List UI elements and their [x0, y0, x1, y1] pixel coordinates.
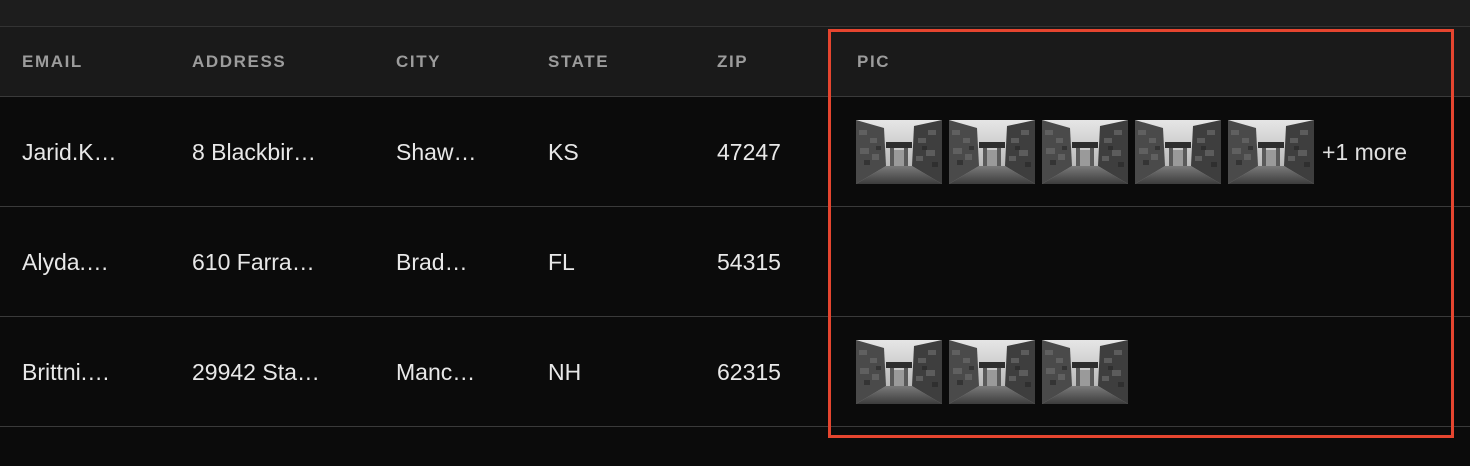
cell-address[interactable]: 29942 Sta… [192, 317, 320, 426]
cell-state[interactable]: NH [548, 317, 581, 426]
photo-thumbnail[interactable] [949, 340, 1035, 404]
photo-thumbnail[interactable] [1135, 120, 1221, 184]
photo-thumbnail[interactable] [1042, 340, 1128, 404]
photo-thumbnail[interactable] [949, 120, 1035, 184]
column-header-email[interactable]: EMAIL [22, 27, 83, 96]
table-row[interactable]: Alyda.… 610 Farra… Brad… FL 54315 [0, 207, 1470, 317]
table-header-row: EMAIL ADDRESS CITY STATE ZIP PIC [0, 27, 1470, 97]
cell-city[interactable]: Manc… [396, 317, 475, 426]
column-header-state[interactable]: STATE [548, 27, 609, 96]
column-header-address[interactable]: ADDRESS [192, 27, 286, 96]
top-bar [0, 0, 1470, 27]
photo-thumbnail[interactable] [856, 120, 942, 184]
cell-email[interactable]: Brittni.… [22, 317, 110, 426]
cell-email[interactable]: Alyda.… [22, 207, 109, 316]
table-row[interactable]: Brittni.… 29942 Sta… Manc… NH 62315 [0, 317, 1470, 427]
cell-zip[interactable]: 47247 [717, 97, 781, 206]
cell-state[interactable]: KS [548, 97, 579, 206]
cell-city[interactable]: Brad… [396, 207, 468, 316]
cell-pic[interactable]: +1 more [856, 120, 1407, 184]
cell-pic[interactable] [856, 340, 1135, 404]
cell-state[interactable]: FL [548, 207, 575, 316]
table-row[interactable]: Jarid.K… 8 Blackbir… Shaw… KS 47247 +1 m… [0, 97, 1470, 207]
data-table: EMAIL ADDRESS CITY STATE ZIP PIC Jarid.K… [0, 27, 1470, 427]
cell-zip[interactable]: 62315 [717, 317, 781, 426]
cell-address[interactable]: 610 Farra… [192, 207, 315, 316]
cell-zip[interactable]: 54315 [717, 207, 781, 316]
cell-email[interactable]: Jarid.K… [22, 97, 117, 206]
cell-address[interactable]: 8 Blackbir… [192, 97, 316, 206]
photo-thumbnail[interactable] [1228, 120, 1314, 184]
more-pics-label[interactable]: +1 more [1322, 120, 1407, 184]
column-header-zip[interactable]: ZIP [717, 27, 748, 96]
cell-city[interactable]: Shaw… [396, 97, 477, 206]
photo-thumbnail[interactable] [1042, 120, 1128, 184]
photo-thumbnail[interactable] [856, 340, 942, 404]
column-header-pic[interactable]: PIC [857, 27, 890, 96]
column-header-city[interactable]: CITY [396, 27, 441, 96]
